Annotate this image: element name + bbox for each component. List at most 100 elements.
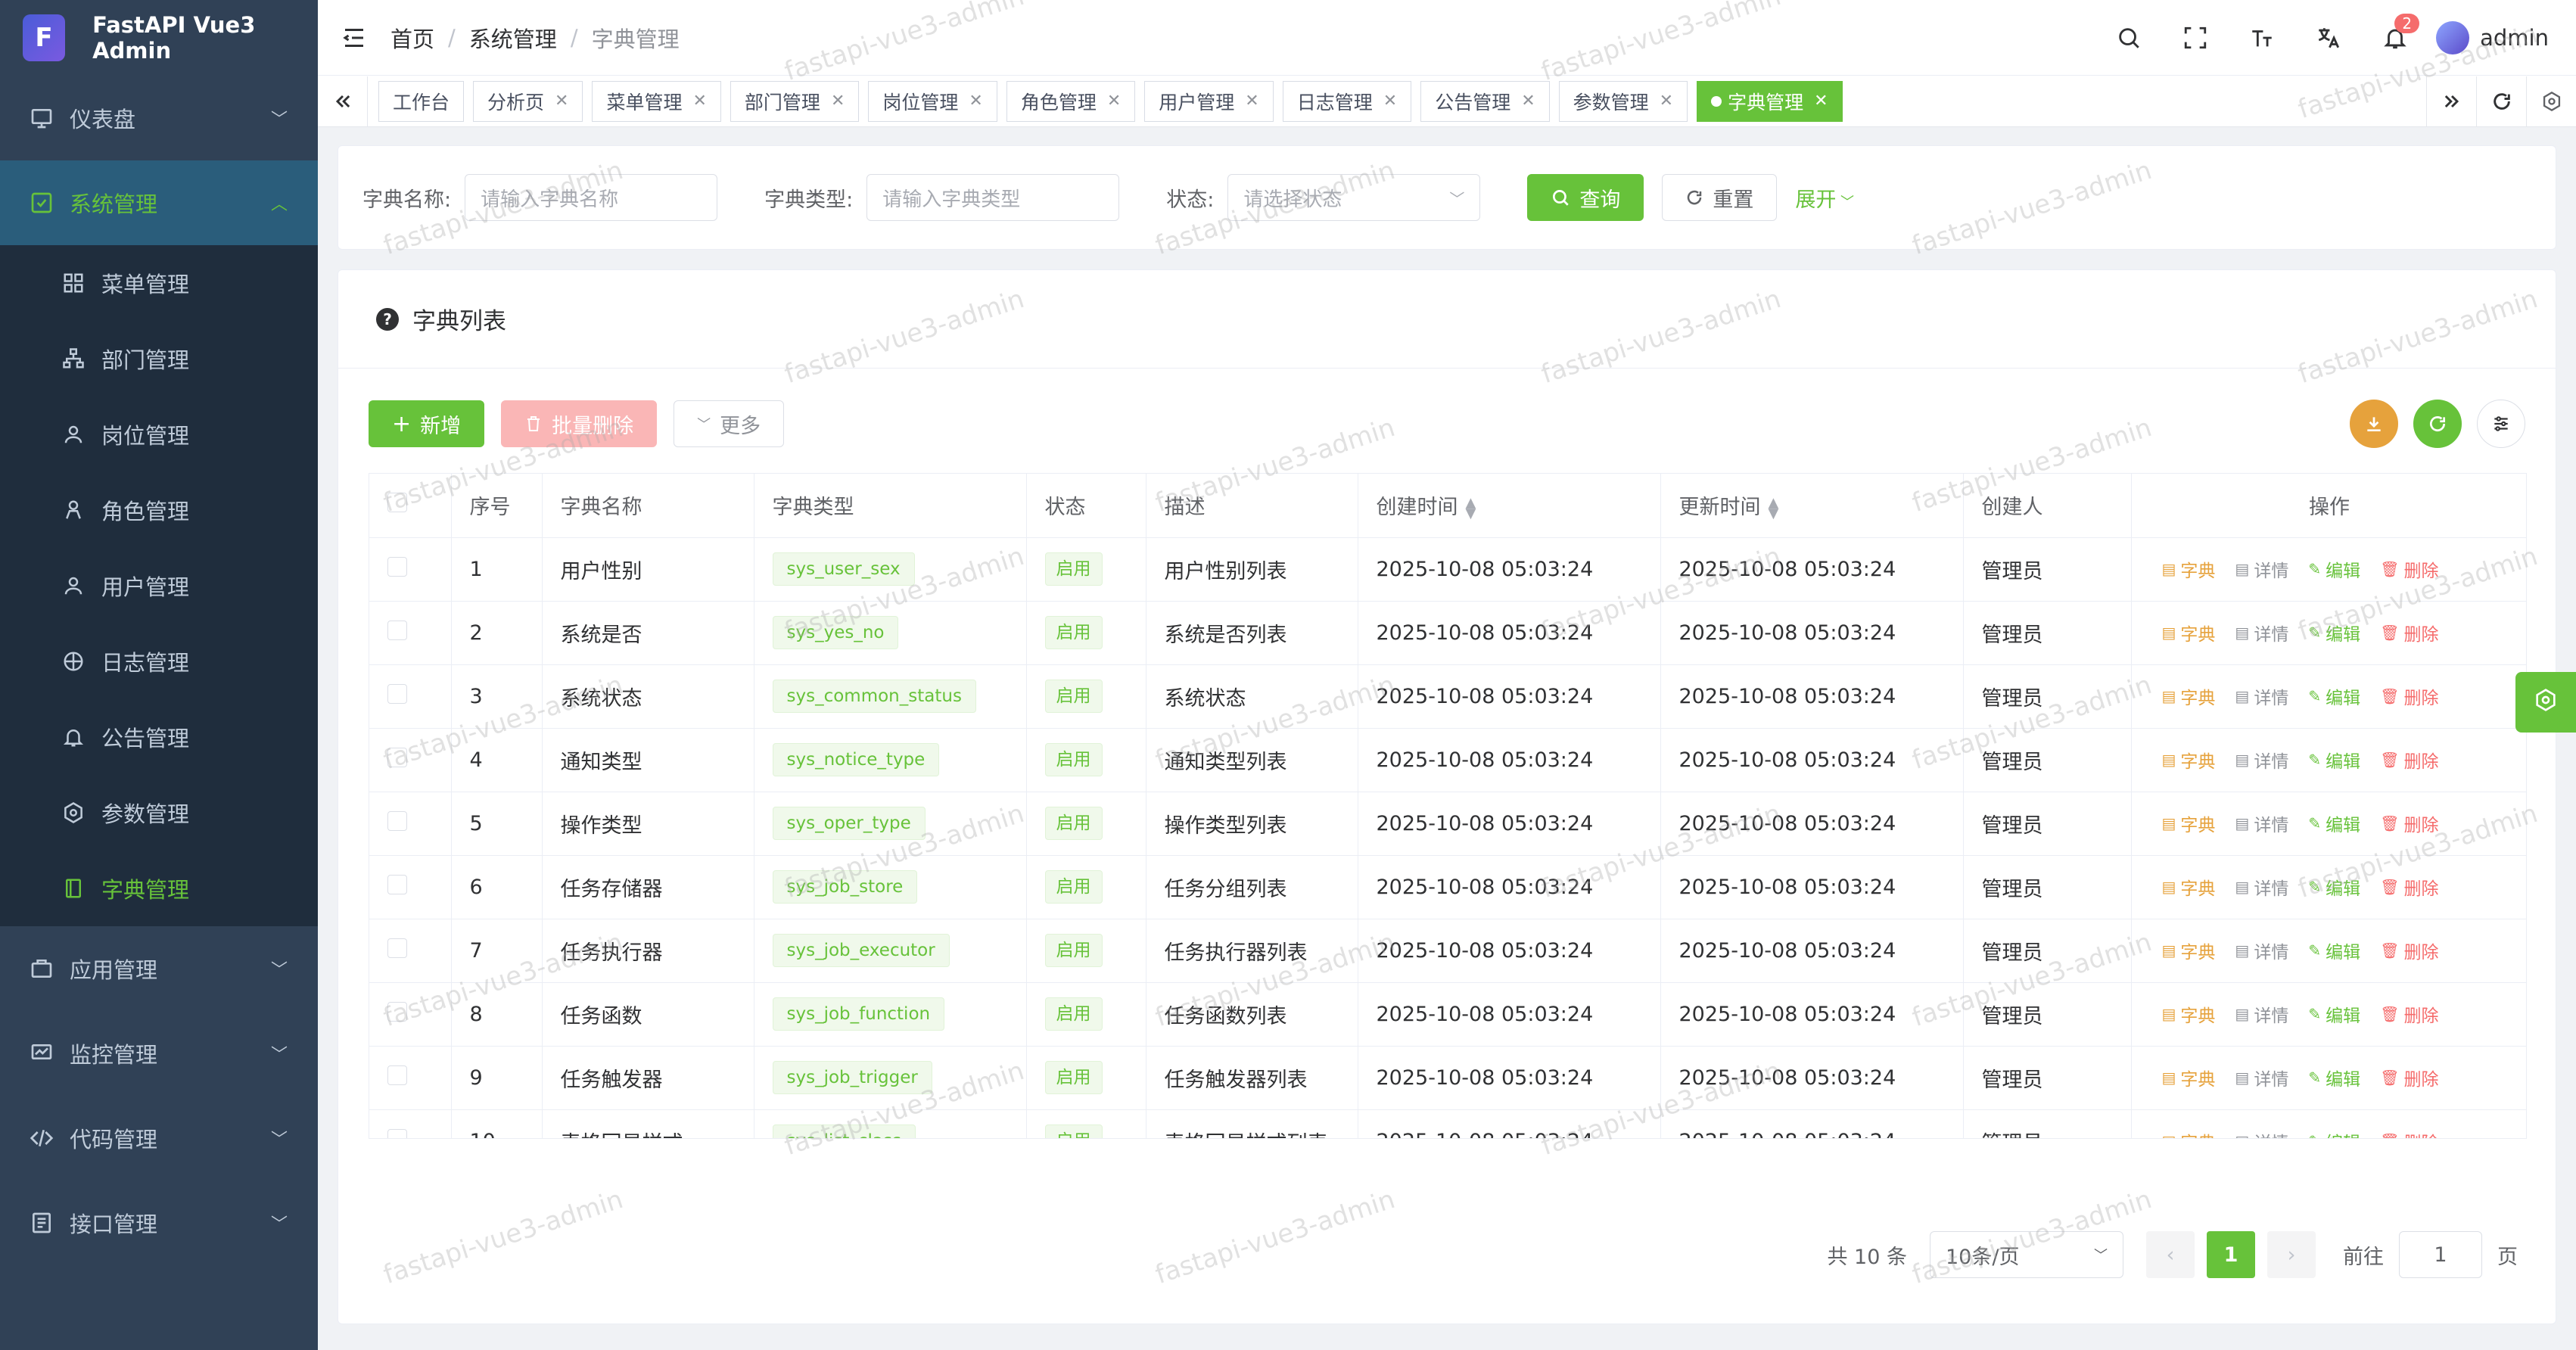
edit-action-button[interactable]: ✎编辑 bbox=[2308, 556, 2360, 582]
search-icon[interactable] bbox=[2095, 15, 2162, 61]
close-icon[interactable]: ✕ bbox=[1383, 92, 1397, 110]
sidebar-item-code[interactable]: 代码管理 ﹀ bbox=[0, 1096, 318, 1180]
page-number[interactable]: 1 bbox=[2207, 1231, 2255, 1278]
sidebar-item-system[interactable]: 系统管理 ︿ bbox=[0, 160, 318, 245]
fullscreen-icon[interactable] bbox=[2162, 15, 2229, 61]
batch-delete-button[interactable]: 批量删除 bbox=[501, 400, 658, 447]
row-checkbox[interactable] bbox=[387, 938, 407, 958]
bell-icon[interactable]: 2 bbox=[2362, 13, 2428, 61]
row-checkbox[interactable] bbox=[387, 874, 407, 894]
scroll-left-icon[interactable] bbox=[318, 76, 368, 126]
dict-action-button[interactable]: ▤字典 bbox=[2162, 1065, 2216, 1090]
detail-action-button[interactable]: ▤详情 bbox=[2235, 1065, 2288, 1090]
dict-action-button[interactable]: ▤字典 bbox=[2162, 810, 2216, 836]
edit-action-button[interactable]: ✎编辑 bbox=[2308, 1001, 2360, 1027]
tag-param[interactable]: 参数管理 ✕ bbox=[1558, 80, 1688, 122]
close-icon[interactable]: ✕ bbox=[1814, 92, 1828, 110]
tag-dict[interactable]: 字典管理 ✕ bbox=[1697, 80, 1843, 122]
dict-action-button[interactable]: ▤字典 bbox=[2162, 1128, 2216, 1138]
dict-action-button[interactable]: ▤字典 bbox=[2162, 683, 2216, 709]
dict-action-button[interactable]: ▤字典 bbox=[2162, 938, 2216, 963]
scroll-right-icon[interactable] bbox=[2426, 76, 2476, 126]
row-checkbox[interactable] bbox=[387, 620, 407, 640]
reset-button[interactable]: 重置 bbox=[1662, 174, 1778, 221]
close-icon[interactable]: ✕ bbox=[831, 92, 845, 110]
edit-action-button[interactable]: ✎编辑 bbox=[2308, 620, 2360, 645]
dict-action-button[interactable]: ▤字典 bbox=[2162, 747, 2216, 773]
goto-page-input[interactable]: 1 bbox=[2399, 1231, 2482, 1278]
detail-action-button[interactable]: ▤详情 bbox=[2235, 620, 2288, 645]
sidebar-item-user[interactable]: 用户管理 bbox=[0, 548, 318, 624]
edit-action-button[interactable]: ✎编辑 bbox=[2308, 1128, 2360, 1138]
column-header-sortable[interactable]: 创建时间 ▲ ▼ bbox=[1358, 474, 1661, 538]
row-checkbox[interactable] bbox=[387, 810, 407, 831]
tag-analysis[interactable]: 分析页 ✕ bbox=[473, 80, 583, 122]
delete-action-button[interactable]: 🗑删除 bbox=[2380, 683, 2438, 709]
dict-action-button[interactable]: ▤字典 bbox=[2162, 1001, 2216, 1027]
gear-icon[interactable] bbox=[2526, 76, 2576, 126]
delete-action-button[interactable]: 🗑删除 bbox=[2380, 556, 2438, 582]
column-header-sortable[interactable]: 更新时间 ▲ ▼ bbox=[1660, 474, 1964, 538]
row-checkbox[interactable] bbox=[387, 747, 407, 767]
font-size-icon[interactable] bbox=[2229, 15, 2295, 61]
delete-action-button[interactable]: 🗑删除 bbox=[2380, 874, 2438, 900]
sidebar-item-menu[interactable]: 菜单管理 bbox=[0, 245, 318, 321]
close-icon[interactable]: ✕ bbox=[555, 92, 568, 110]
tag-log[interactable]: 日志管理 ✕ bbox=[1282, 80, 1412, 122]
select-all-checkbox[interactable] bbox=[387, 493, 407, 513]
sidebar-item-notice[interactable]: 公告管理 bbox=[0, 699, 318, 775]
tag-role[interactable]: 角色管理 ✕ bbox=[1006, 80, 1136, 122]
dict-name-input[interactable]: 请输入字典名称 bbox=[465, 174, 718, 221]
detail-action-button[interactable]: ▤详情 bbox=[2235, 747, 2288, 773]
close-icon[interactable]: ✕ bbox=[692, 92, 706, 110]
settings-drawer-button[interactable] bbox=[2515, 672, 2576, 733]
sort-icon[interactable]: ▲ ▼ bbox=[1466, 496, 1476, 520]
close-icon[interactable]: ✕ bbox=[1521, 92, 1535, 110]
question-icon[interactable]: ? bbox=[376, 307, 399, 331]
username[interactable]: admin bbox=[2480, 25, 2549, 51]
delete-action-button[interactable]: 🗑删除 bbox=[2380, 1128, 2438, 1138]
edit-action-button[interactable]: ✎编辑 bbox=[2308, 1065, 2360, 1090]
refresh-icon[interactable] bbox=[2476, 76, 2526, 126]
status-select[interactable]: 请选择状态 ﹀ bbox=[1227, 174, 1481, 221]
close-icon[interactable]: ✕ bbox=[1107, 92, 1121, 110]
collapse-menu-icon[interactable] bbox=[341, 24, 368, 51]
sidebar-item-dict[interactable]: 字典管理 bbox=[0, 851, 318, 926]
tag-post[interactable]: 岗位管理 ✕ bbox=[868, 80, 997, 122]
sidebar-item-api[interactable]: 接口管理 ﹀ bbox=[0, 1180, 318, 1265]
next-page-button[interactable]: › bbox=[2267, 1231, 2316, 1278]
sidebar-item-dashboard[interactable]: 仪表盘 ﹀ bbox=[0, 76, 318, 160]
delete-action-button[interactable]: 🗑删除 bbox=[2380, 1001, 2438, 1027]
sort-icon[interactable]: ▲ ▼ bbox=[1769, 496, 1779, 520]
sidebar-item-app[interactable]: 应用管理 ﹀ bbox=[0, 926, 318, 1011]
refresh-icon[interactable] bbox=[2413, 400, 2462, 448]
row-checkbox[interactable] bbox=[387, 556, 407, 577]
delete-action-button[interactable]: 🗑删除 bbox=[2380, 1065, 2438, 1090]
breadcrumb-system[interactable]: 系统管理 bbox=[469, 22, 557, 54]
row-checkbox[interactable] bbox=[387, 683, 407, 704]
sidebar-item-log[interactable]: 日志管理 bbox=[0, 624, 318, 699]
sidebar-item-param[interactable]: 参数管理 bbox=[0, 775, 318, 851]
tag-dept[interactable]: 部门管理 ✕ bbox=[730, 80, 860, 122]
dict-action-button[interactable]: ▤字典 bbox=[2162, 556, 2216, 582]
tag-menu[interactable]: 菜单管理 ✕ bbox=[592, 80, 721, 122]
detail-action-button[interactable]: ▤详情 bbox=[2235, 683, 2288, 709]
expand-toggle[interactable]: 展开 ﹀ bbox=[1795, 183, 1854, 213]
close-icon[interactable]: ✕ bbox=[1660, 92, 1673, 110]
delete-action-button[interactable]: 🗑删除 bbox=[2380, 747, 2438, 773]
detail-action-button[interactable]: ▤详情 bbox=[2235, 1001, 2288, 1027]
breadcrumb-home[interactable]: 首页 bbox=[390, 22, 434, 54]
row-checkbox[interactable] bbox=[387, 1128, 407, 1138]
column-settings-icon[interactable] bbox=[2477, 400, 2525, 448]
more-button[interactable]: ﹀ 更多 bbox=[674, 400, 785, 447]
edit-action-button[interactable]: ✎编辑 bbox=[2308, 938, 2360, 963]
tag-notice[interactable]: 公告管理 ✕ bbox=[1420, 80, 1550, 122]
tag-user[interactable]: 用户管理 ✕ bbox=[1144, 80, 1274, 122]
sidebar-item-monitor[interactable]: 监控管理 ﹀ bbox=[0, 1011, 318, 1096]
detail-action-button[interactable]: ▤详情 bbox=[2235, 556, 2288, 582]
dict-action-button[interactable]: ▤字典 bbox=[2162, 620, 2216, 645]
page-size-select[interactable]: 10条/页 ﹀ bbox=[1930, 1231, 2123, 1278]
detail-action-button[interactable]: ▤详情 bbox=[2235, 938, 2288, 963]
delete-action-button[interactable]: 🗑删除 bbox=[2380, 810, 2438, 836]
row-checkbox[interactable] bbox=[387, 1001, 407, 1022]
